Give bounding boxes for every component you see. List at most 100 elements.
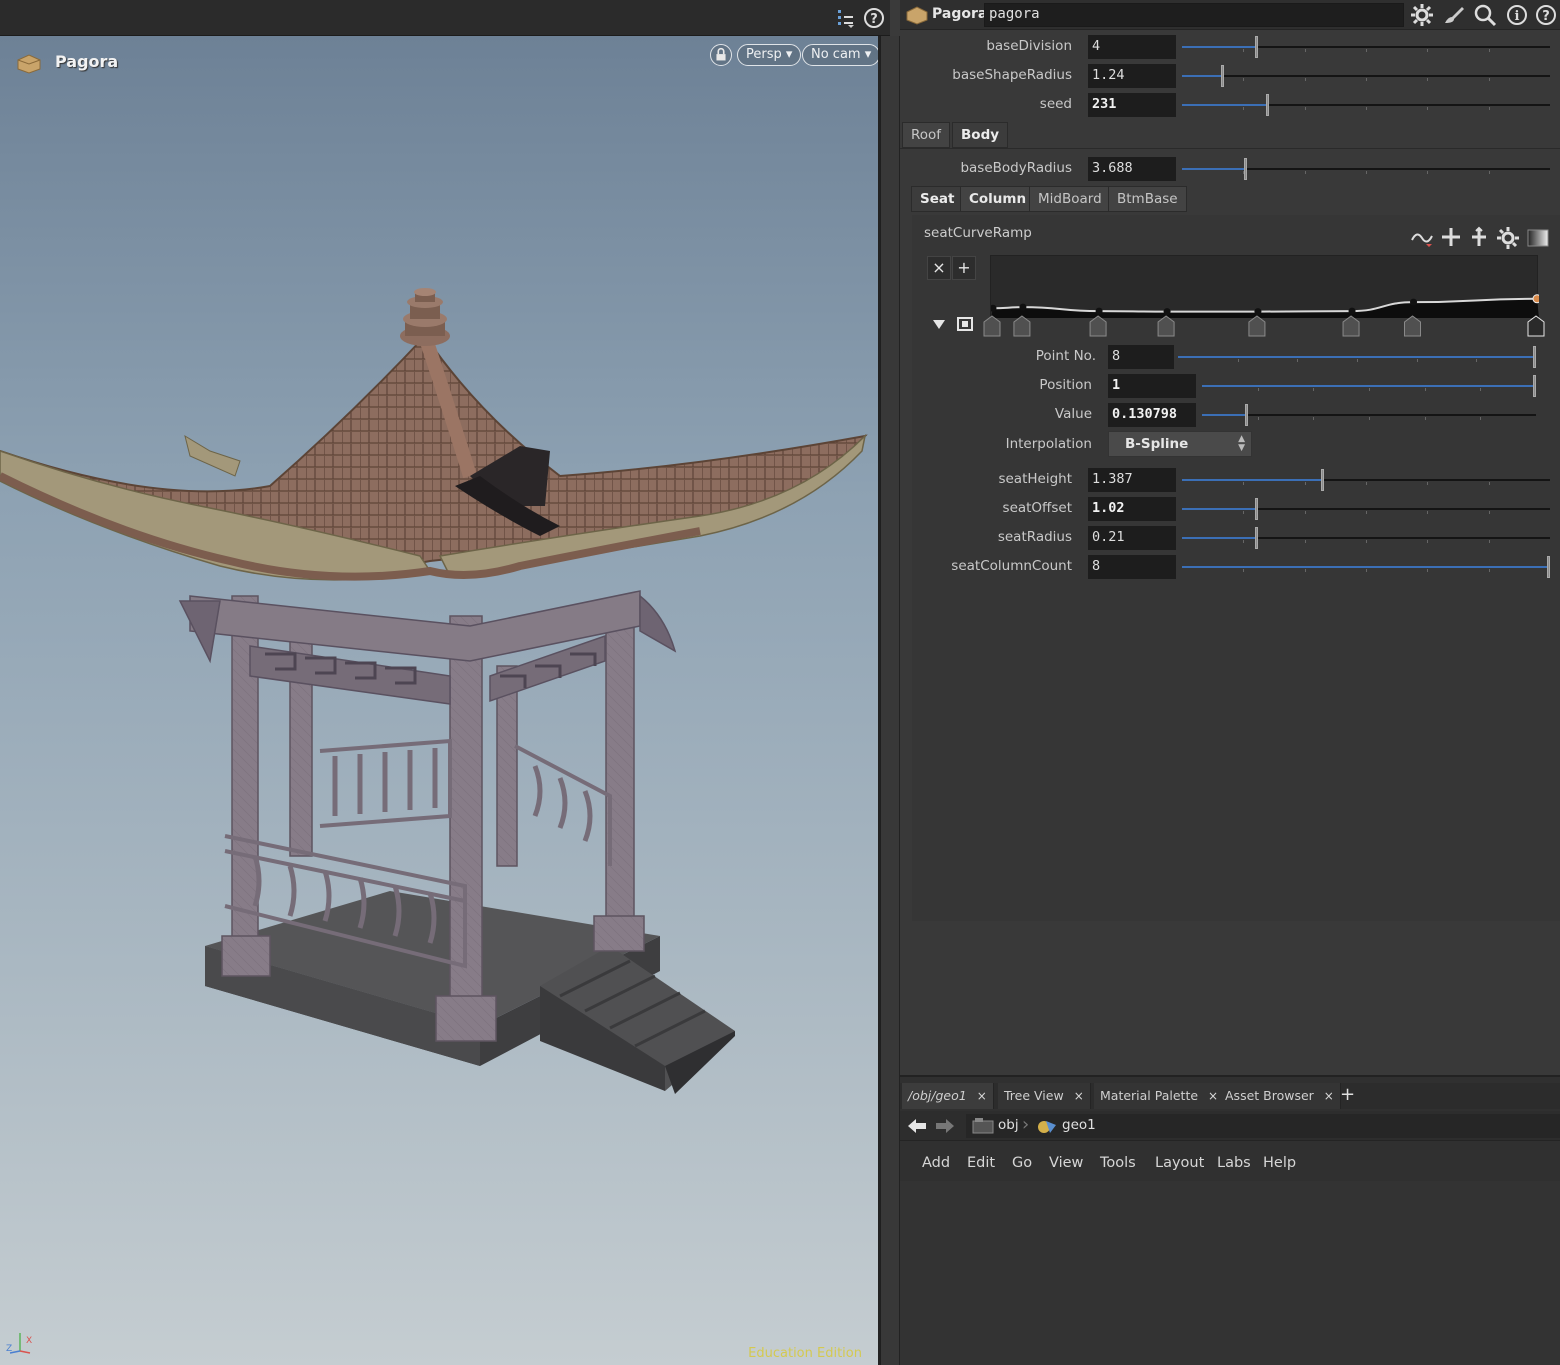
ramp-editor[interactable] (989, 255, 1542, 318)
tab-seat[interactable]: Seat (911, 186, 964, 212)
close-icon[interactable]: × (1324, 1089, 1334, 1103)
ramp-key-handle[interactable] (1404, 315, 1422, 337)
slider-tick (1488, 49, 1490, 52)
interpolation-dropdown[interactable]: B-Spline ▲ ▼ (1108, 431, 1252, 457)
param-field[interactable]: 1.02 (1088, 497, 1176, 521)
ramp-key-handle[interactable] (1342, 315, 1360, 337)
back-arrow-icon[interactable] (906, 1117, 928, 1135)
ramp-point[interactable] (1410, 298, 1418, 306)
tab-btmbase[interactable]: BtmBase (1108, 186, 1187, 212)
slider-tick (1488, 78, 1490, 81)
slider-knob[interactable] (1221, 65, 1225, 87)
tab-asset-browser[interactable]: Asset Browser × (1219, 1083, 1341, 1109)
ramp-key-handle[interactable] (1248, 315, 1266, 337)
forward-arrow-icon[interactable] (934, 1117, 956, 1135)
param-field[interactable]: 1.24 (1088, 64, 1176, 88)
menu-labs[interactable]: Labs (1217, 1155, 1251, 1171)
ramp-key-handle[interactable] (983, 315, 1001, 337)
help-icon[interactable]: ? (862, 6, 886, 30)
slider-knob[interactable] (1547, 556, 1550, 578)
menu-go[interactable]: Go (1012, 1155, 1032, 1171)
ramp-key-handle[interactable] (1089, 315, 1107, 337)
param-field[interactable]: 3.688 (1088, 157, 1176, 181)
display-options-icon[interactable] (834, 6, 858, 30)
close-icon[interactable]: × (1074, 1089, 1084, 1103)
tab-column[interactable]: Column (960, 186, 1036, 212)
slider-knob[interactable] (1265, 94, 1269, 116)
position-field[interactable]: 1 (1108, 374, 1196, 398)
menu-layout[interactable]: Layout (1155, 1155, 1204, 1171)
point-no-field[interactable]: 8 (1108, 345, 1174, 369)
slider-knob[interactable] (1254, 527, 1258, 549)
param-slider[interactable] (1182, 527, 1550, 549)
search-icon[interactable] (1473, 3, 1497, 27)
tab-divider (900, 148, 1560, 149)
slider-knob[interactable] (1244, 404, 1248, 426)
path-item-geo1[interactable]: geo1 (1062, 1117, 1096, 1133)
tab-network[interactable]: /obj/geo1 × (902, 1083, 994, 1109)
3d-viewport[interactable]: Pagora Persp ▾ No cam ▾ Z X Education Ed… (0, 36, 880, 1365)
tab-roof[interactable]: Roof (902, 122, 951, 148)
slider-fill (1182, 508, 1256, 510)
info-icon[interactable]: i (1505, 3, 1529, 27)
point-no-slider[interactable] (1178, 346, 1536, 368)
menu-add[interactable]: Add (922, 1155, 950, 1171)
param-row-baseDivision: baseDivision 4 (900, 34, 1560, 60)
curve-icon[interactable] (1410, 226, 1436, 250)
param-slider[interactable] (1182, 36, 1550, 58)
param-slider[interactable] (1182, 158, 1550, 180)
value-slider[interactable] (1202, 404, 1536, 426)
gear-icon[interactable] (1496, 226, 1520, 250)
slider-knob[interactable] (1243, 158, 1247, 180)
param-field[interactable]: 231 (1088, 93, 1176, 117)
ramp-key-handle[interactable] (1157, 315, 1175, 337)
pane-splitter[interactable] (880, 36, 900, 1365)
move-point-icon[interactable] (1468, 226, 1490, 248)
param-slider[interactable] (1182, 94, 1550, 116)
tab-tree-view[interactable]: Tree View × (998, 1083, 1091, 1109)
param-slider[interactable] (1182, 498, 1550, 520)
ramp-point[interactable] (1532, 294, 1542, 304)
slider-knob[interactable] (1533, 375, 1536, 397)
path-item-obj[interactable]: obj (998, 1117, 1019, 1133)
param-field[interactable]: 8 (1088, 555, 1176, 579)
delete-point-button[interactable]: × (927, 256, 951, 280)
tab-body[interactable]: Body (952, 122, 1009, 148)
slider-knob[interactable] (1533, 346, 1536, 368)
gear-icon[interactable] (1410, 3, 1434, 27)
param-slider[interactable] (1182, 65, 1550, 87)
pagoda-model[interactable] (0, 36, 880, 1365)
menu-tools[interactable]: Tools (1100, 1155, 1136, 1171)
menu-edit[interactable]: Edit (967, 1155, 995, 1171)
slider-knob[interactable] (1320, 469, 1324, 491)
close-icon[interactable]: × (977, 1089, 987, 1103)
close-icon[interactable]: × (1208, 1089, 1218, 1103)
tab-midboard[interactable]: MidBoard (1029, 186, 1111, 212)
help-icon[interactable]: ? (1534, 3, 1558, 27)
ramp-point[interactable] (1019, 303, 1027, 311)
menu-view[interactable]: View (1049, 1155, 1083, 1171)
ramp-key-handle[interactable] (1013, 315, 1031, 337)
svg-text:?: ? (870, 12, 878, 27)
network-editor-canvas[interactable] (900, 1181, 1560, 1365)
add-tab-icon[interactable]: + (1340, 1084, 1355, 1105)
value-field[interactable]: 0.130798 (1108, 403, 1196, 427)
param-field[interactable]: 1.387 (1088, 468, 1176, 492)
tab-material-palette[interactable]: Material Palette × (1094, 1083, 1226, 1109)
node-name-field[interactable]: pagora (984, 3, 1404, 27)
ramp-key-handle[interactable] (1527, 315, 1545, 337)
menu-help[interactable]: Help (1263, 1155, 1296, 1171)
add-point-icon[interactable] (1440, 226, 1462, 248)
param-field[interactable]: 0.21 (1088, 526, 1176, 550)
brush-icon[interactable] (1442, 3, 1466, 27)
slider-knob[interactable] (1254, 36, 1258, 58)
param-field[interactable]: 4 (1088, 35, 1176, 59)
slider-knob[interactable] (1254, 498, 1258, 520)
param-slider[interactable] (1182, 556, 1550, 578)
gradient-icon[interactable] (1527, 228, 1549, 248)
frame-icon[interactable] (957, 317, 973, 331)
position-slider[interactable] (1202, 375, 1536, 397)
param-slider[interactable] (1182, 469, 1550, 491)
insert-point-button[interactable]: + (952, 256, 976, 280)
collapse-triangle-icon[interactable] (932, 318, 946, 330)
